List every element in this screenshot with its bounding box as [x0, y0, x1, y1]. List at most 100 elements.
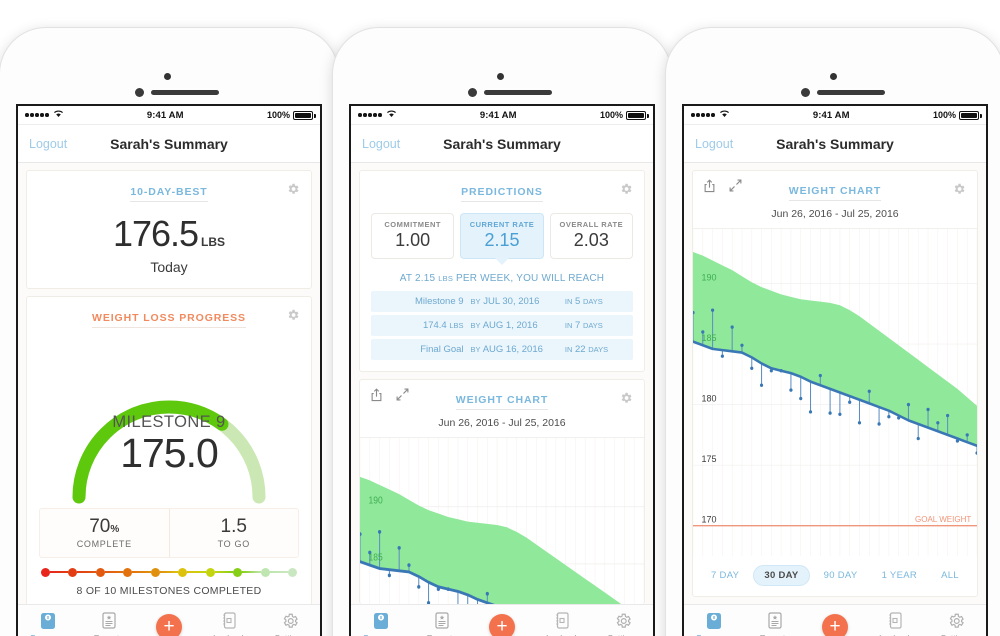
rate-card-overall-rate[interactable]: OVERALL RATE 2.03 — [549, 213, 633, 259]
battery-icon — [959, 110, 982, 120]
signal-strength-icon — [358, 113, 382, 117]
time-range-7-day[interactable]: 7 DAY — [701, 566, 749, 585]
chart-plot-area-partial[interactable]: 190 185 — [360, 437, 644, 604]
status-bar-time: 9:41 AM — [812, 109, 850, 121]
nav-bar: Logout Sarah's Summary — [351, 125, 653, 163]
chart-date-range: Jun 26, 2016 - Jul 25, 2016 — [771, 208, 899, 220]
wifi-icon — [53, 109, 64, 121]
gear-icon[interactable] — [286, 308, 300, 322]
milestone-dot — [41, 567, 50, 577]
time-range-1-year[interactable]: 1 YEAR — [872, 566, 927, 585]
gear-icon[interactable] — [619, 182, 633, 196]
status-bar-right: 100% — [932, 110, 982, 120]
share-icon[interactable] — [370, 388, 383, 407]
tab-add-entry[interactable]: + — [139, 613, 199, 636]
stat-value: 70 — [89, 516, 111, 537]
tab-bar: Summary Reports + Logbook — [351, 604, 653, 636]
signal-strength-icon — [25, 113, 49, 117]
tab-settings[interactable]: Settings — [260, 611, 320, 636]
plus-icon[interactable]: + — [156, 613, 183, 636]
status-bar-time: 9:41 AM — [146, 109, 184, 121]
rate-card-current-rate[interactable]: CURRENT RATE 2.15 — [460, 213, 544, 265]
gear-icon[interactable] — [952, 182, 966, 196]
milestone-connector — [104, 570, 124, 574]
expand-icon[interactable] — [729, 179, 742, 198]
status-bar-right: 100% — [599, 110, 649, 120]
sentence-post: PER WEEK, YOU WILL REACH — [456, 273, 605, 284]
gear-icon[interactable] — [286, 182, 300, 196]
plus-icon[interactable]: + — [489, 613, 516, 636]
chart-date-range: Jun 26, 2016 - Jul 25, 2016 — [438, 417, 566, 429]
report-icon — [411, 611, 471, 631]
signal-strength-icon — [691, 113, 715, 117]
gear-icon — [926, 611, 986, 631]
tab-label: Summary — [684, 633, 744, 636]
in-days: 22 — [575, 344, 586, 355]
time-range-30-day[interactable]: 30 DAY — [753, 565, 810, 586]
time-range-all[interactable]: ALL — [931, 566, 969, 585]
chart-actions — [370, 388, 409, 407]
time-range-90-day[interactable]: 90 DAY — [814, 566, 868, 585]
tab-settings[interactable]: Settings — [926, 611, 986, 636]
proximity-sensor-icon — [801, 88, 810, 97]
milestone-dot — [287, 567, 297, 577]
prediction-row[interactable]: 174.4 LBS BY AUG 1, 2016 IN 7 DAYS — [371, 315, 633, 336]
tab-bar: Summary Reports + Logbook — [684, 604, 986, 636]
milestone-connector — [214, 570, 234, 574]
progress-stats-row: 70% COMPLETE 1.5 TO GO — [39, 508, 299, 558]
tab-reports[interactable]: Reports — [411, 611, 471, 636]
tab-summary[interactable]: Summary — [684, 611, 744, 636]
logout-button[interactable]: Logout — [362, 137, 400, 151]
gear-icon[interactable] — [619, 391, 633, 405]
tab-logbook[interactable]: Logbook — [199, 611, 259, 636]
in-suffix: DAYS — [582, 297, 603, 306]
tab-reports[interactable]: Reports — [78, 611, 138, 636]
tab-summary[interactable]: Summary — [18, 611, 78, 636]
tab-add-entry[interactable]: + — [805, 613, 865, 636]
logout-button[interactable]: Logout — [695, 137, 733, 151]
share-icon[interactable] — [703, 179, 716, 198]
prediction-row[interactable]: Milestone 9 BY JUL 30, 2016 IN 5 DAYS — [371, 291, 633, 312]
scale-icon — [351, 611, 411, 631]
svg-text:180: 180 — [702, 393, 717, 403]
rate-value: 1.00 — [395, 230, 431, 250]
screenshot-stage: 9:41 AM 100% Logout Sarah's Summary 10-D… — [0, 0, 1000, 636]
front-camera-icon — [830, 73, 837, 80]
expand-icon[interactable] — [396, 388, 409, 407]
tab-label: Logbook — [532, 633, 592, 636]
status-bar-left — [358, 109, 397, 121]
by-date: AUG 16, 2016 — [482, 344, 543, 355]
notebook-icon — [865, 611, 925, 631]
nav-bar: Logout Sarah's Summary — [684, 125, 986, 163]
logout-button[interactable]: Logout — [29, 137, 67, 151]
tab-summary[interactable]: Summary — [351, 611, 411, 636]
plus-icon[interactable]: + — [822, 613, 849, 636]
scroll-content-2[interactable]: PREDICTIONS COMMITMENT 1.00 CURRENT RATE — [351, 163, 653, 604]
scroll-content-3[interactable]: WEIGHT CHART Jun 26, 2016 - Jul 25, 2016… — [684, 163, 986, 604]
tab-add-entry[interactable]: + — [472, 613, 532, 636]
battery-percent-label: 100% — [932, 110, 956, 120]
milestone-dot — [178, 567, 188, 577]
battery-percent-label: 100% — [599, 110, 623, 120]
stat-complete: 70% COMPLETE — [40, 509, 169, 557]
tab-label: Reports — [411, 633, 471, 636]
prediction-row[interactable]: Final Goal BY AUG 16, 2016 IN 22 DAYS — [371, 339, 633, 360]
milestone-dot — [150, 567, 160, 577]
milestone-dot — [123, 567, 133, 577]
scroll-content-1[interactable]: 10-DAY-BEST 176.5 LBS Today WEIGHT LOSS P… — [18, 163, 320, 604]
tab-logbook[interactable]: Logbook — [865, 611, 925, 636]
weight-loss-progress-card: WEIGHT LOSS PROGRESS MILESTONE 9 175.0 7… — [26, 296, 312, 604]
chart-plot-area[interactable]: GOAL WEIGHT 190 185 180 175 170 — [693, 228, 977, 556]
stat-label: TO GO — [217, 539, 250, 549]
milestones-caption: 8 OF 10 MILESTONES COMPLETED — [76, 585, 262, 597]
rate-label: COMMITMENT — [384, 220, 441, 229]
battery-percent-label: 100% — [266, 110, 290, 120]
tab-logbook[interactable]: Logbook — [532, 611, 592, 636]
tab-settings[interactable]: Settings — [593, 611, 653, 636]
rate-card-commitment[interactable]: COMMITMENT 1.00 — [371, 213, 455, 259]
in-days: 7 — [575, 320, 581, 331]
tab-reports[interactable]: Reports — [744, 611, 804, 636]
by-date: JUL 30, 2016 — [483, 296, 540, 307]
wifi-icon — [719, 109, 730, 121]
stat-to-go: 1.5 TO GO — [168, 509, 299, 557]
